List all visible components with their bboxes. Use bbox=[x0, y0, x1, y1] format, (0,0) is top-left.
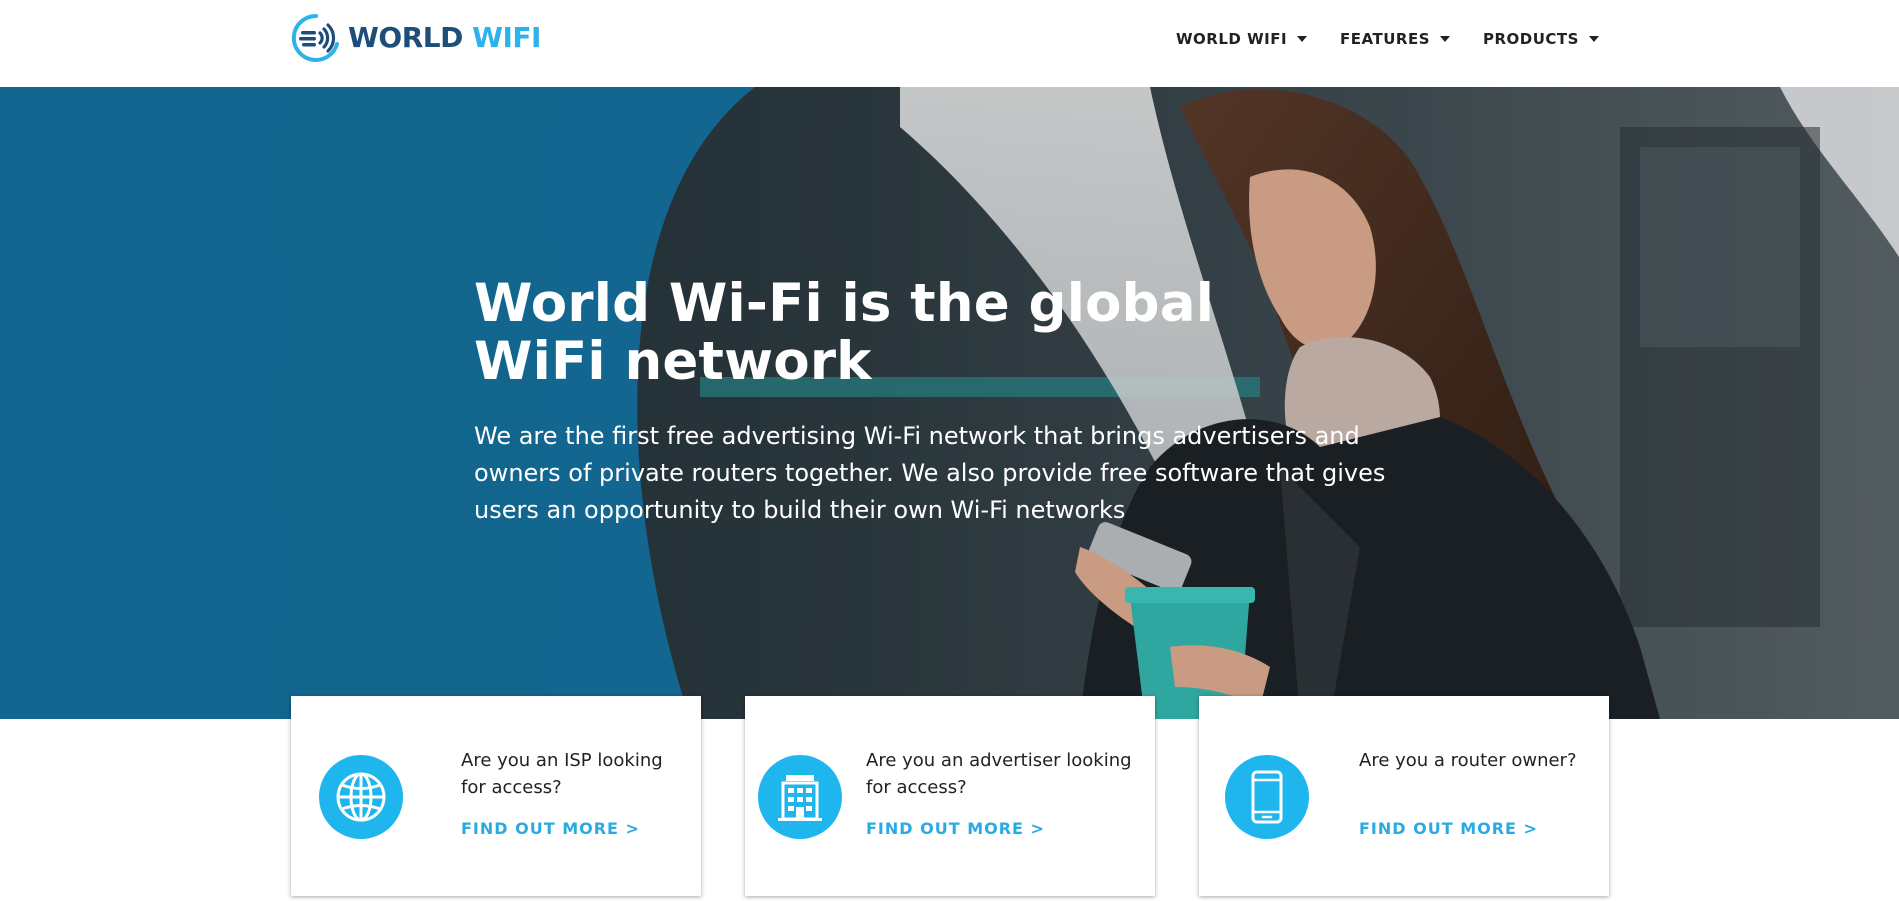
card-question-line: Are you an ISP looking bbox=[461, 750, 663, 771]
caret-down-icon bbox=[1588, 36, 1599, 42]
smartphone-icon-glyph bbox=[1251, 770, 1283, 824]
card-question: Are you an ISP looking for access? bbox=[461, 747, 663, 801]
building-icon-glyph bbox=[778, 775, 822, 821]
card-question-line: for access? bbox=[461, 777, 562, 798]
card-advertiser: Are you an advertiser looking for access… bbox=[745, 696, 1155, 896]
hero-title-line: World Wi-Fi is the global bbox=[474, 273, 1215, 334]
hero-subtitle: We are the first free advertising Wi-Fi … bbox=[474, 418, 1434, 529]
find-out-more-link[interactable]: FIND OUT MORE > bbox=[461, 819, 640, 838]
world-wifi-logo[interactable]: WORLD WIFI bbox=[291, 13, 541, 63]
caret-down-icon bbox=[1440, 36, 1450, 42]
hero-blue-circle bbox=[0, 87, 1899, 719]
card-question-line: Are you an advertiser looking bbox=[866, 750, 1132, 771]
card-question: Are you an advertiser looking for access… bbox=[866, 747, 1132, 801]
hero-subtitle-line: We are the first free advertising Wi-Fi … bbox=[474, 422, 1360, 450]
card-question-line: Are you a router owner? bbox=[1359, 750, 1577, 771]
globe-icon bbox=[319, 755, 403, 839]
card-question-line: for access? bbox=[866, 777, 967, 798]
hero-title: World Wi-Fi is the global WiFi network bbox=[474, 275, 1294, 391]
logo-word-wifi: WIFI bbox=[472, 21, 541, 54]
find-out-more-link[interactable]: FIND OUT MORE > bbox=[866, 819, 1045, 838]
wifi-logo-icon bbox=[291, 13, 339, 62]
main-nav: WORLD WIFI FEATURES PRODUCTS bbox=[1176, 30, 1599, 48]
nav-item-products[interactable]: PRODUCTS bbox=[1483, 30, 1599, 48]
site-header: WORLD WIFI WORLD WIFI FEATURES PRODUCTS bbox=[0, 0, 1899, 87]
nav-item-label: PRODUCTS bbox=[1483, 30, 1579, 48]
logo-wordmark: WORLD WIFI bbox=[348, 24, 541, 52]
card-question: Are you a router owner? bbox=[1359, 747, 1577, 774]
globe-icon-glyph bbox=[336, 772, 386, 822]
find-out-more-link[interactable]: FIND OUT MORE > bbox=[1359, 819, 1538, 838]
logo-word-world: WORLD bbox=[348, 21, 463, 54]
building-icon bbox=[758, 755, 842, 839]
hero-subtitle-line: users an opportunity to build their own … bbox=[474, 496, 1126, 524]
hero-title-line: WiFi network bbox=[474, 331, 872, 392]
card-router-owner: Are you a router owner? FIND OUT MORE > bbox=[1199, 696, 1609, 896]
nav-item-label: WORLD WIFI bbox=[1176, 30, 1288, 48]
hero-section: World Wi-Fi is the global WiFi network W… bbox=[0, 87, 1899, 719]
nav-item-label: FEATURES bbox=[1340, 30, 1430, 48]
smartphone-icon bbox=[1225, 755, 1309, 839]
nav-item-world-wifi[interactable]: WORLD WIFI bbox=[1176, 30, 1308, 48]
hero-subtitle-line: owners of private routers together. We a… bbox=[474, 459, 1386, 487]
caret-down-icon bbox=[1297, 36, 1308, 42]
nav-item-features[interactable]: FEATURES bbox=[1340, 30, 1450, 48]
card-isp: Are you an ISP looking for access? FIND … bbox=[291, 696, 701, 896]
